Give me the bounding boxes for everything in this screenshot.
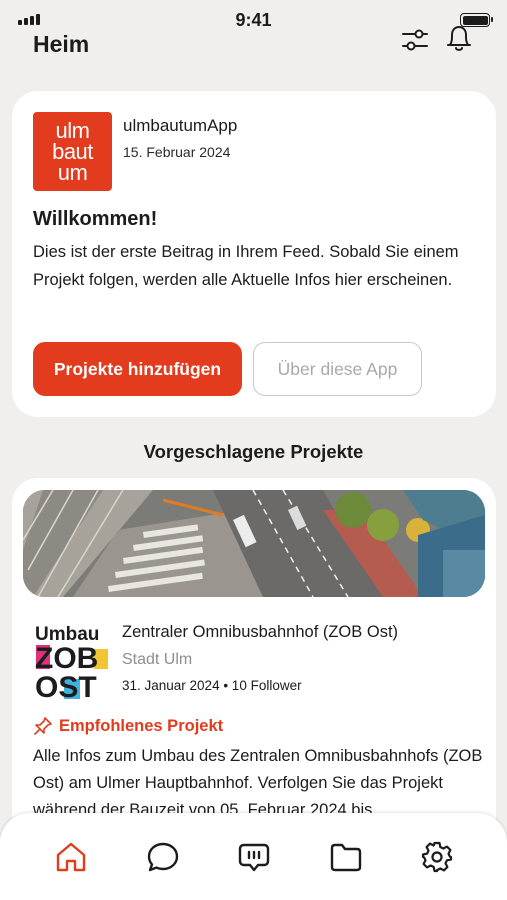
logo-line: um [57,160,88,185]
tab-messages[interactable] [234,837,274,877]
add-projects-button[interactable]: Projekte hinzufügen [33,342,242,396]
app-logo: ulm baut um [33,112,112,191]
recommended-label: Empfohlenes Projekt [59,716,224,735]
tab-folder[interactable] [326,837,366,877]
logo-line: ulm [55,118,90,143]
message-dots-icon [238,843,270,872]
project-meta: 31. Januar 2024 • 10 Follower [122,678,302,693]
project-description: Alle Infos zum Umbau des Zentralen Omnib… [33,747,483,819]
folder-icon [330,843,362,872]
post-title: Willkommen! [33,208,158,230]
notifications-button[interactable] [444,22,474,54]
status-time: 9:41 [235,10,272,30]
project-title: Zentraler Omnibusbahnhof (ZOB Ost) [122,623,399,641]
logo-line: baut [52,139,93,164]
section-title: Vorgeschlagene Projekte [143,441,364,462]
gear-icon [421,841,453,873]
recommended-badge: Empfohlenes Projekt [33,716,223,736]
tab-bar [0,813,507,900]
filter-button[interactable] [400,26,430,54]
project-image [23,490,485,597]
post-text: Dies ist der erste Beitrag in Ihrem Feed… [33,243,459,289]
project-logo: Umbau ZOB OST [34,621,112,704]
welcome-post-card: ulm baut um ulmbautumApp 15. Februar 202… [12,91,496,417]
project-logo-word: OST [35,671,97,701]
post-date: 15. Februar 2024 [123,144,231,160]
sliders-icon [402,29,428,51]
page-title: Heim [33,31,90,57]
home-icon [56,842,86,872]
project-organization: Stadt Ulm [122,651,193,668]
pin-icon [34,717,52,735]
tab-settings[interactable] [417,837,457,877]
bell-icon [447,26,471,51]
chat-bubble-icon [147,842,179,872]
tab-home[interactable] [51,837,91,877]
post-author: ulmbautumApp [123,116,238,135]
about-app-button[interactable]: Über diese App [253,342,422,396]
tab-chat[interactable] [143,837,183,877]
